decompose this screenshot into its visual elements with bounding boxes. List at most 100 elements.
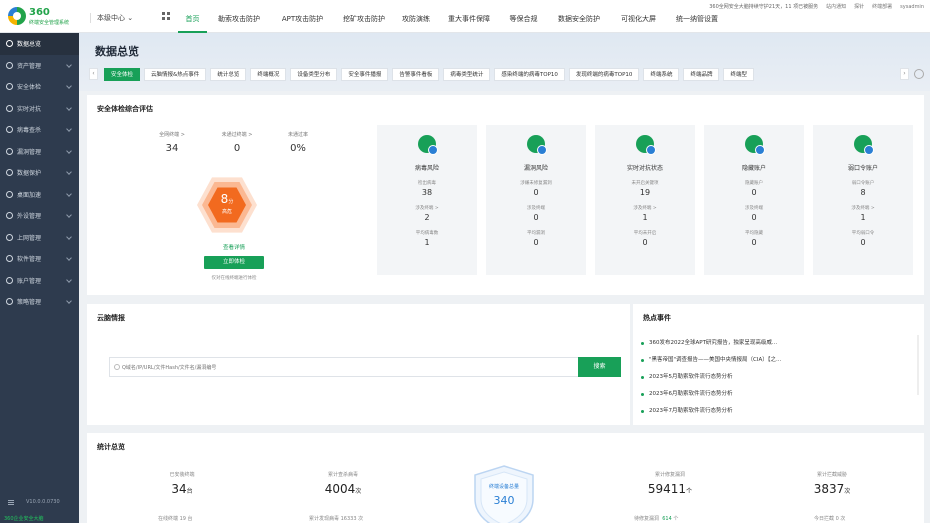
- shield-icon: [474, 465, 534, 523]
- sidebar-item-security-checkup[interactable]: 安全体检: [0, 76, 79, 98]
- tabs: 安全体检 云脑情报&热点事件 统计总览 终端概况 设备类型分布 安全事件播报 告警事件看板病…: [104, 67, 894, 81]
- risk-label: 平均未开启: [633, 231, 657, 236]
- tab-prev-button[interactable]: ‹: [89, 68, 98, 80]
- search-button[interactable]: 搜索: [578, 357, 621, 377]
- sidebar-item-asset-management[interactable]: 资产管理: [0, 55, 79, 77]
- logo[interactable]: 360 终端安全管理系统: [8, 5, 78, 29]
- risk-value: 2: [424, 213, 430, 222]
- tab-1[interactable]: 云脑情报&热点事件: [144, 67, 207, 81]
- notification-link[interactable]: 站内通知: [826, 3, 846, 10]
- hot-event-item[interactable]: "黑客帝国"调查报告——美国中央情报局（CIA）【之...: [641, 352, 911, 369]
- risk-card-realtime-status[interactable]: 实时对抗状态 未开启关键项 19 涉及终端 > 1 平均未开启 0: [595, 125, 695, 275]
- hot-events-scrollbar[interactable]: [917, 335, 919, 395]
- sidebar-item-label: 外设管理: [17, 213, 42, 221]
- collapse-menu-icon[interactable]: [8, 499, 14, 505]
- stat-unit: 次: [844, 488, 851, 495]
- sidebar-item-internet[interactable]: 上网管理: [0, 227, 79, 249]
- chevron-down-icon: [66, 298, 72, 304]
- chevron-down-icon: [66, 255, 72, 261]
- virus-scan-icon: [6, 126, 13, 134]
- tab-0[interactable]: 安全体检: [104, 67, 141, 81]
- stat-label: 累计修复漏洞: [654, 472, 685, 478]
- sidebar-item-peripheral[interactable]: 外设管理: [0, 205, 79, 227]
- hot-event-item[interactable]: 2023年7月勒索软件流行态势分析: [641, 403, 911, 420]
- sidebar-item-label: 漏洞管理: [17, 148, 42, 156]
- hot-event-item[interactable]: 360发布2022全球APT研究报告，独家呈现高级威...: [641, 335, 911, 352]
- stat-failed-terminals[interactable]: 未通过终端 > 0: [207, 131, 267, 154]
- risk-label: 平均弱口令: [851, 231, 875, 236]
- sidebar-item-label: 软件管理: [17, 256, 42, 264]
- hot-events-card: 热点事件 360发布2022全球APT研究报告，独家呈现高级威... "黑客帝国"…: [633, 304, 924, 425]
- tab-7[interactable]: 病毒类型统计: [443, 67, 491, 81]
- hot-title: 热点事件: [643, 314, 671, 322]
- tab-5[interactable]: 安全事件播报: [341, 67, 389, 81]
- deploy-link[interactable]: 终端部署: [872, 3, 892, 10]
- risk-label: 隐藏账户: [745, 181, 763, 186]
- risk-value: 1: [860, 213, 866, 222]
- sidebar-item-realtime-defense[interactable]: 实时对抗: [0, 98, 79, 120]
- stat-sub-highlight[interactable]: 614: [662, 516, 672, 522]
- sidebar-item-label: 病毒查杀: [17, 127, 42, 135]
- tab-2[interactable]: 统计总览: [210, 67, 247, 81]
- risk-card-vuln-risk[interactable]: 漏洞风险 涉嫌未修复漏洞 0 涉及终端 0 平均漏洞 0: [486, 125, 586, 275]
- sidebar-item-vulnerability[interactable]: 漏洞管理: [0, 141, 79, 163]
- tab-8[interactable]: 感染终端的病毒TOP10: [494, 67, 565, 81]
- tab-9[interactable]: 发现终端的病毒TOP10: [568, 67, 640, 81]
- nav-item-compliance[interactable]: 等保合规: [500, 0, 547, 33]
- hot-event-item[interactable]: 2023年5月勒索软件流行态势分析: [641, 369, 911, 386]
- nav-item-data-security[interactable]: 数据安全防护: [547, 0, 611, 33]
- tab-next-button[interactable]: ›: [900, 68, 909, 80]
- service-notice[interactable]: 360全网安全大脑持续守护21天，11 项已被服务: [709, 3, 818, 10]
- logo-brand: 360: [29, 7, 50, 18]
- tab-3[interactable]: 终端概况: [250, 67, 287, 81]
- tab-11[interactable]: 终端品牌: [683, 67, 720, 81]
- stat-installed: 已安装终端 34台: [132, 471, 232, 496]
- tab-10[interactable]: 终端系统: [643, 67, 680, 81]
- search-icon: [114, 364, 120, 370]
- sidebar-item-virus-scan[interactable]: 病毒查杀: [0, 119, 79, 141]
- tab-12[interactable]: 终端型: [723, 67, 754, 81]
- nav-item-ransomware-protection[interactable]: 勒索攻击防护: [207, 0, 271, 33]
- internet-icon: [6, 233, 13, 241]
- nav-item-visual-screen[interactable]: 可视化大屏: [611, 0, 666, 33]
- sidebar-item-data-protection[interactable]: 数据保护: [0, 162, 79, 184]
- risk-card-weak-password[interactable]: 弱口令账户 弱口令账户 8 涉及终端 >1 平均弱口令 0: [813, 125, 913, 275]
- risk-value: 0: [533, 238, 539, 247]
- sidebar-brand: 360企业安全大脑: [4, 516, 44, 522]
- nav-item-apt-protection[interactable]: APT攻击防护: [271, 0, 334, 33]
- stat-number: 34: [171, 482, 187, 496]
- user-menu[interactable]: sysadmin: [900, 4, 924, 10]
- nav-item-major-event-support[interactable]: 重大事件保障: [438, 0, 500, 33]
- hot-event-item[interactable]: 2023年6月勒索软件流行态势分析: [641, 386, 911, 403]
- run-checkup-button[interactable]: 立即体检: [204, 256, 264, 269]
- sidebar-item-label: 资产管理: [17, 62, 42, 70]
- sidebar-item-software[interactable]: 软件管理: [0, 248, 79, 270]
- risk-label: 涉嫌未修复漏洞: [520, 181, 552, 186]
- virus-gear-icon: [418, 135, 438, 155]
- risk-label: 涉及终端 >: [633, 206, 657, 211]
- probe-link[interactable]: 探针: [854, 3, 864, 10]
- stats-card: 统计总览 已安装终端 34台 在线终端 19 台 累计查杀病毒 4004次 累计…: [87, 433, 924, 523]
- nav-item-mining-protection[interactable]: 挖矿攻击防护: [334, 0, 394, 33]
- risk-card-hidden-account[interactable]: 隐藏账户 隐藏账户 0 涉及终端 0 平均隐藏 0: [704, 125, 804, 275]
- sidebar-item-label: 实时对抗: [17, 105, 42, 113]
- apps-grid-icon[interactable]: [162, 12, 170, 20]
- sidebar-item-policy[interactable]: 策略管理: [0, 291, 79, 313]
- user-eye-icon: [745, 135, 765, 155]
- intel-search-input[interactable]: [122, 360, 572, 375]
- sidebar-item-data-overview[interactable]: 数据总览: [0, 33, 79, 55]
- view-detail-link[interactable]: 查看详情: [204, 243, 264, 251]
- sidebar-item-desktop-boost[interactable]: 桌面加速: [0, 184, 79, 206]
- risk-card-virus-risk[interactable]: 病毒风险 检出病毒 38 涉及终端 > 2 平均病毒数 1: [377, 125, 477, 275]
- tab-6[interactable]: 告警事件看板: [392, 67, 440, 81]
- settings-gear-icon[interactable]: [914, 69, 924, 79]
- tab-4[interactable]: 设备类型分布: [290, 67, 338, 81]
- nav-item-attack-defense-drill[interactable]: 攻防演练: [394, 0, 438, 33]
- center-switch[interactable]: 本级中心 ⌄: [90, 13, 133, 23]
- stat-total-terminals[interactable]: 全网终端 > 34: [142, 131, 202, 154]
- sidebar-item-account[interactable]: 账户管理: [0, 270, 79, 292]
- nav-item-home[interactable]: 首页: [178, 0, 207, 33]
- tab-bar: ‹ 安全体检 云脑情报&热点事件 统计总览 终端概况 设备类型分布 安全事件播报 告警事件看…: [89, 67, 924, 81]
- title-strip: 数据总览 ‹ 安全体检 云脑情报&热点事件 统计总览 终端概况 设备类型分布 安全事件播报…: [79, 33, 930, 91]
- risk-value: 0: [751, 213, 757, 222]
